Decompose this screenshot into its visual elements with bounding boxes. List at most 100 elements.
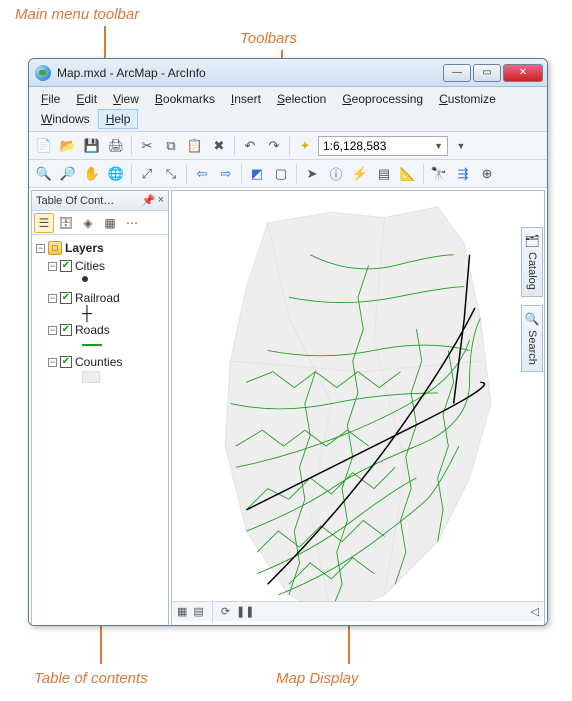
toc-toolbar: ☰ 🗄 ◈ ▦ ⋯	[32, 211, 168, 235]
list-by-selection-icon[interactable]: ▦	[100, 213, 120, 233]
go-to-xy-icon[interactable]: ⊕	[476, 163, 498, 185]
table-of-contents-panel: Table Of Cont… 📌 × ☰ 🗄 ◈ ▦ ⋯ − Layers	[31, 190, 169, 626]
tree-root[interactable]: − Layers	[36, 239, 164, 257]
menu-bookmarks[interactable]: Bookmarks	[147, 89, 223, 109]
status-separator	[212, 602, 213, 622]
menu-view[interactable]: View	[105, 89, 147, 109]
menu-insert[interactable]: Insert	[223, 89, 269, 109]
standard-toolbar: 📄 📂 💾 🖨 ✂ ⧉ 📋 ✖ ↶ ↷ ✦ 1:6,128,583 ▼ ▼	[29, 132, 547, 160]
collapse-icon[interactable]: −	[48, 294, 57, 303]
app-window: Map.mxd - ArcMap - ArcInfo — ▭ ✕ File Ed…	[28, 58, 548, 626]
close-button[interactable]: ✕	[503, 64, 543, 82]
menu-file[interactable]: File	[33, 89, 68, 109]
full-extent-icon[interactable]: 🌐	[105, 163, 127, 185]
layer-label: Counties	[75, 355, 122, 369]
layout-view-icon[interactable]: ▤	[193, 605, 203, 618]
layer-railroad[interactable]: − ✔ Railroad	[36, 289, 164, 307]
menu-customize[interactable]: Customize	[431, 89, 504, 109]
copy-icon[interactable]: ⧉	[160, 135, 182, 157]
fixed-zoom-in-icon[interactable]: ⤢	[136, 163, 158, 185]
identify-icon[interactable]: ⓘ	[325, 163, 347, 185]
options-icon[interactable]: ⋯	[122, 213, 142, 233]
save-icon[interactable]: 💾	[81, 135, 103, 157]
toc-header[interactable]: Table Of Cont… 📌 ×	[32, 191, 168, 211]
checkbox-cities[interactable]: ✔	[60, 260, 72, 272]
redo-icon[interactable]: ↷	[263, 135, 285, 157]
status-bar: ▦ ▤ ⟳ ❚❚ ◁	[173, 601, 543, 621]
symbol-cities	[82, 276, 88, 282]
hyperlink-icon[interactable]: ⚡	[349, 163, 371, 185]
scale-value: 1:6,128,583	[323, 139, 386, 153]
menu-help[interactable]: Help	[98, 109, 139, 129]
app-icon	[35, 65, 51, 81]
search-icon: 🔍	[525, 312, 540, 326]
menu-geoprocessing[interactable]: Geoprocessing	[334, 89, 431, 109]
select-elements-icon[interactable]: ➤	[301, 163, 323, 185]
maximize-button[interactable]: ▭	[473, 64, 501, 82]
minimize-button[interactable]: —	[443, 64, 471, 82]
zoom-in-icon[interactable]: 🔍	[33, 163, 55, 185]
forward-icon[interactable]: ⇨	[215, 163, 237, 185]
annotation-toolbars: Toolbars	[240, 30, 297, 47]
toolbar-separator	[296, 164, 297, 184]
find-route-icon[interactable]: ⇶	[452, 163, 474, 185]
pan-icon[interactable]: ✋	[81, 163, 103, 185]
pin-icon[interactable]: 📌	[142, 194, 156, 207]
layer-counties[interactable]: − ✔ Counties	[36, 353, 164, 371]
menubar: File Edit View Bookmarks Insert Selectio…	[29, 87, 547, 132]
list-by-drawing-order-icon[interactable]: ☰	[34, 213, 54, 233]
checkbox-roads[interactable]: ✔	[60, 324, 72, 336]
window-title: Map.mxd - ArcMap - ArcInfo	[57, 66, 443, 80]
map-canvas	[172, 191, 544, 626]
annotation-main-menu: Main menu toolbar	[15, 6, 139, 23]
checkbox-railroad[interactable]: ✔	[60, 292, 72, 304]
paste-icon[interactable]: 📋	[184, 135, 206, 157]
list-by-source-icon[interactable]: 🗄	[56, 213, 76, 233]
find-icon[interactable]: 🔭	[428, 163, 450, 185]
print-icon[interactable]: 🖨	[105, 135, 127, 157]
symbol-railroad: ┼	[82, 309, 92, 317]
collapse-icon[interactable]: −	[48, 262, 57, 271]
new-doc-icon[interactable]: 📄	[33, 135, 55, 157]
menu-edit[interactable]: Edit	[68, 89, 105, 109]
delete-icon[interactable]: ✖	[208, 135, 230, 157]
close-icon[interactable]: ×	[158, 194, 164, 207]
tools-toolbar: 🔍 🔎 ✋ 🌐 ⤢ ⤡ ⇦ ⇨ ◩ ▢ ➤ ⓘ ⚡ ▤ 📐 🔭 ⇶ ⊕	[29, 160, 547, 188]
menu-windows[interactable]: Windows	[33, 109, 98, 129]
map-display[interactable]	[171, 190, 545, 626]
collapse-icon[interactable]: −	[36, 244, 45, 253]
measure-icon[interactable]: 📐	[397, 163, 419, 185]
select-features-icon[interactable]: ◩	[246, 163, 268, 185]
list-by-visibility-icon[interactable]: ◈	[78, 213, 98, 233]
toolbar-separator	[289, 136, 290, 156]
menu-selection[interactable]: Selection	[269, 89, 334, 109]
dock-search[interactable]: 🔍 Search	[521, 305, 543, 372]
add-data-icon[interactable]: ✦	[294, 135, 316, 157]
pause-icon[interactable]: ❚❚	[236, 605, 254, 618]
toolbar-separator	[423, 164, 424, 184]
dock-catalog[interactable]: 🗂 Catalog	[521, 227, 543, 297]
clear-selection-icon[interactable]: ▢	[270, 163, 292, 185]
titlebar[interactable]: Map.mxd - ArcMap - ArcInfo — ▭ ✕	[29, 59, 547, 87]
layer-roads[interactable]: − ✔ Roads	[36, 321, 164, 339]
collapse-icon[interactable]: −	[48, 358, 57, 367]
data-view-icon[interactable]: ▦	[177, 605, 187, 618]
undo-icon[interactable]: ↶	[239, 135, 261, 157]
zoom-out-icon[interactable]: 🔎	[57, 163, 79, 185]
dock-label: Catalog	[526, 252, 538, 290]
refresh-icon[interactable]: ⟳	[221, 605, 230, 618]
scale-combo[interactable]: 1:6,128,583 ▼	[318, 136, 448, 156]
arrow-left-icon[interactable]: ◁	[531, 605, 539, 618]
layer-cities[interactable]: − ✔ Cities	[36, 257, 164, 275]
back-icon[interactable]: ⇦	[191, 163, 213, 185]
layer-label: Cities	[75, 259, 105, 273]
symbol-counties	[82, 371, 100, 383]
collapse-icon[interactable]: −	[48, 326, 57, 335]
checkbox-counties[interactable]: ✔	[60, 356, 72, 368]
html-popup-icon[interactable]: ▤	[373, 163, 395, 185]
open-icon[interactable]: 📂	[57, 135, 79, 157]
cut-icon[interactable]: ✂	[136, 135, 158, 157]
right-dock: 🗂 Catalog 🔍 Search	[521, 227, 543, 372]
scale-dropdown-button[interactable]: ▼	[450, 135, 472, 157]
fixed-zoom-out-icon[interactable]: ⤡	[160, 163, 182, 185]
